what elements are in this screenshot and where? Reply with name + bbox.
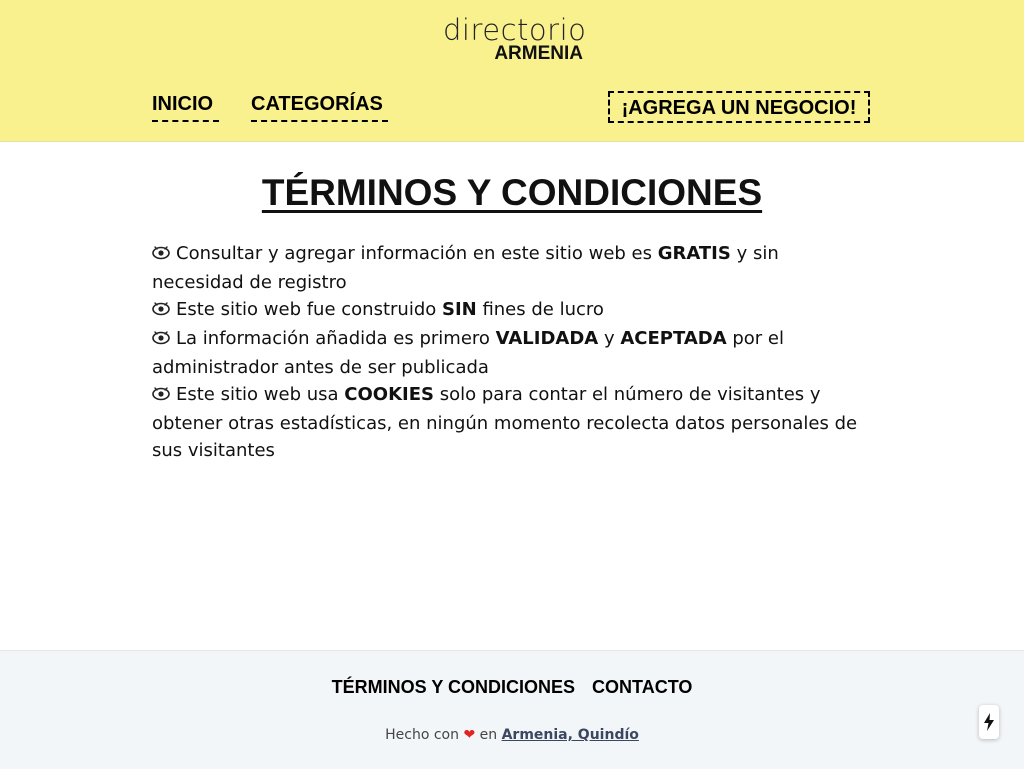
terms-emphasis: ACEPTADA — [620, 328, 727, 349]
made-with-in: en — [479, 727, 498, 743]
terms-text: Este sitio web usa — [176, 384, 345, 405]
page-title-text: TÉRMINOS Y CONDICIONES — [261, 172, 763, 213]
terms-text: La información añadida es primero — [176, 328, 496, 349]
eye-icon — [152, 383, 170, 410]
location-link[interactable]: Armenia, Quindío — [502, 727, 639, 743]
terms-text: Este sitio web fue construido — [176, 299, 442, 320]
nav-categorias-link[interactable]: CATEGORÍAS — [251, 92, 388, 122]
nav-inicio-link[interactable]: INICIO — [152, 92, 219, 122]
terms-item: Consultar y agregar información en este … — [152, 240, 872, 296]
lightning-icon — [984, 713, 994, 731]
footer-terms-link[interactable]: TÉRMINOS Y CONDICIONES — [332, 677, 575, 697]
terms-emphasis: SIN — [441, 299, 477, 320]
terms-emphasis: COOKIES — [344, 384, 434, 405]
logo-directorio: directorio — [443, 13, 587, 47]
heart-icon: ❤ — [463, 727, 476, 743]
footer-nav: TÉRMINOS Y CONDICIONES CONTACTO — [0, 677, 1024, 698]
footer-contact-link[interactable]: CONTACTO — [592, 677, 692, 697]
logo-armenia: ARMENIA — [494, 43, 583, 64]
page-title: TÉRMINOS Y CONDICIONES — [0, 172, 1024, 214]
site-footer: TÉRMINOS Y CONDICIONES CONTACTO Hecho co… — [0, 650, 1024, 769]
terms-item: Este sitio web usa COOKIES solo para con… — [152, 381, 872, 464]
terms-item: Este sitio web fue construido SIN fines … — [152, 296, 872, 325]
terms-text: y — [598, 328, 621, 349]
site-header: directorio ARMENIA INICIO CATEGORÍAS ¡AG… — [0, 0, 1024, 142]
terms-item: La información añadida es primero VALIDA… — [152, 325, 872, 381]
eye-icon — [152, 298, 170, 325]
terms-text: fines de lucro — [476, 299, 604, 320]
add-business-button[interactable]: ¡AGREGA UN NEGOCIO! — [608, 91, 870, 123]
lightning-widget-button[interactable] — [979, 705, 999, 739]
made-with-prefix: Hecho con — [385, 727, 459, 743]
terms-list: Consultar y agregar información en este … — [152, 240, 872, 464]
terms-emphasis: VALIDADA — [495, 328, 599, 349]
eye-icon — [152, 242, 170, 269]
eye-icon — [152, 327, 170, 354]
terms-text: Consultar y agregar información en este … — [176, 243, 658, 264]
terms-emphasis: GRATIS — [657, 243, 731, 264]
made-with-note: Hecho con ❤ en Armenia, Quindío — [0, 727, 1024, 743]
site-logo[interactable]: directorio ARMENIA — [443, 13, 587, 64]
